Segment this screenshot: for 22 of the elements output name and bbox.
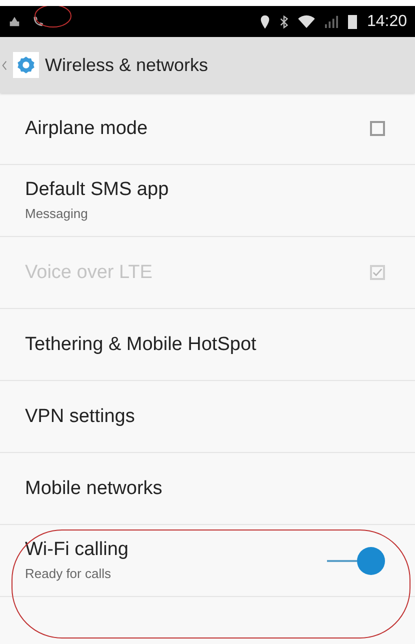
- battery-icon: [348, 14, 357, 29]
- setting-title: Tethering & Mobile HotSpot: [25, 332, 256, 356]
- clock: 14:20: [366, 12, 407, 32]
- setting-subtitle: Messaging: [25, 205, 89, 223]
- checkbox[interactable]: [370, 121, 385, 136]
- screen-title: Wireless & networks: [45, 54, 208, 76]
- setting-title: Airplane mode: [25, 116, 148, 140]
- phone-icon: [31, 15, 44, 28]
- setting-title: VPN settings: [25, 404, 135, 428]
- setting-subtitle: Ready for calls: [25, 565, 112, 583]
- bluetooth-icon: [280, 14, 288, 28]
- wifi-icon: [298, 15, 315, 28]
- gear-icon: [13, 52, 39, 78]
- toggle-switch[interactable]: [327, 546, 385, 576]
- notification-icon: [8, 15, 21, 28]
- check-icon: [372, 267, 383, 278]
- signal-icon: [324, 15, 338, 28]
- setting-title: Mobile networks: [25, 476, 162, 500]
- back-icon[interactable]: [2, 60, 7, 70]
- setting-title: Default SMS app: [25, 178, 169, 202]
- setting-title: Wi-Fi calling: [25, 538, 128, 562]
- location-icon: [260, 14, 270, 28]
